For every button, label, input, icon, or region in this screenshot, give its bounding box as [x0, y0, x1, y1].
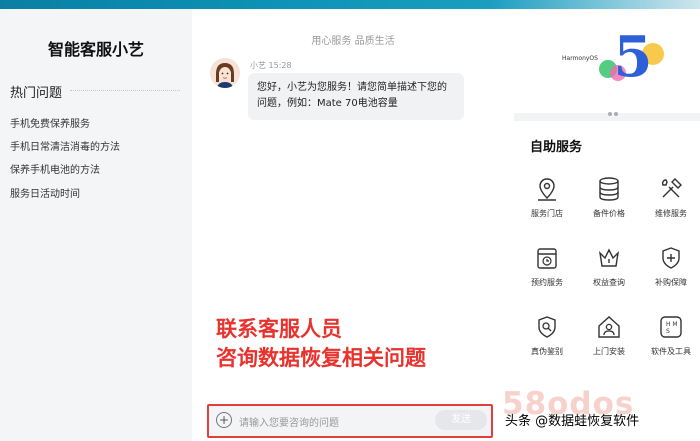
service-label: 维修服务 [655, 209, 687, 218]
tools-icon [658, 176, 684, 202]
hot-question-item[interactable]: 服务日活动时间 [10, 185, 80, 200]
service-parts-price-button[interactable]: 备件价格 [578, 176, 640, 219]
assistant-message-bubble: 您好，小艺为您服务！请您简单描述下您的问题，例如：Mate 70电池容量 [248, 73, 464, 120]
service-label: 补购保障 [655, 278, 687, 287]
service-label: 备件价格 [593, 209, 625, 218]
hms-icon: H MS [658, 314, 684, 340]
location-pin-icon [534, 176, 560, 202]
home-user-icon [596, 314, 622, 340]
chat-slogan: 用心服务 品质生活 [311, 36, 395, 47]
sender-name: 小艺 [250, 61, 266, 70]
right-panel: HarmonyOS 5 自助服务 服务门店 备件价格 维修服务 预约服务 权益查… [514, 9, 700, 441]
service-store-button[interactable]: 服务门店 [516, 176, 578, 219]
service-installation-button[interactable]: 上门安装 [578, 314, 640, 357]
annotation-overlay: 联系客服人员 咨询数据恢复相关问题 [216, 315, 426, 373]
annotation-line-1: 联系客服人员 [216, 317, 342, 341]
svg-text:S: S [666, 328, 670, 335]
harmonyos-label: HarmonyOS [562, 55, 598, 62]
chat-input-bar: + 请输入您要咨询的问题 发送 [207, 404, 493, 438]
database-icon [596, 176, 622, 202]
send-button[interactable]: 发送 [435, 410, 487, 430]
service-label: 预约服务 [531, 278, 563, 287]
service-label: 真伪鉴别 [531, 347, 563, 356]
hot-question-item[interactable]: 手机免费保养服务 [10, 115, 90, 130]
service-label: 权益查询 [593, 278, 625, 287]
self-service-title: 自助服务 [530, 140, 583, 155]
service-purchase-protection-button[interactable]: 补购保障 [640, 245, 700, 288]
service-repair-button[interactable]: 维修服务 [640, 176, 700, 219]
service-authenticity-button[interactable]: 真伪鉴别 [516, 314, 578, 357]
message-sender: 小艺 15:28 [250, 60, 292, 71]
chat-input[interactable]: 请输入您要咨询的问题 [239, 414, 339, 429]
hot-questions-heading: 热门问题 [10, 86, 63, 101]
version-number: 5 [613, 24, 653, 90]
window-top-bar [0, 0, 700, 9]
divider [70, 90, 180, 91]
service-software-tools-button[interactable]: H MS 软件及工具 [640, 314, 700, 357]
service-benefits-button[interactable]: 权益查询 [578, 245, 640, 288]
annotation-line-2: 咨询数据恢复相关问题 [216, 346, 426, 370]
svg-text:H M: H M [666, 321, 678, 328]
shield-search-icon [534, 314, 560, 340]
hot-question-item[interactable]: 手机日常清洁消毒的方法 [10, 138, 120, 153]
sidebar: 智能客服小艺 热门问题 手机免费保养服务 手机日常清洁消毒的方法 保养手机电池的… [0, 9, 192, 441]
service-label: 软件及工具 [651, 347, 691, 356]
service-label: 服务门店 [531, 209, 563, 218]
assistant-avatar [210, 58, 240, 88]
add-attachment-icon[interactable]: + [216, 412, 232, 428]
crown-icon [596, 245, 622, 271]
service-appointment-button[interactable]: 预约服务 [516, 245, 578, 288]
source-label: 头条 @数据蛙恢复软件 [505, 414, 640, 429]
service-label: 上门安装 [593, 347, 625, 356]
hot-question-item[interactable]: 保养手机电池的方法 [10, 161, 100, 176]
carousel-dots[interactable] [608, 101, 620, 120]
shield-plus-icon [658, 245, 684, 271]
promo-banner[interactable]: HarmonyOS 5 [514, 9, 700, 116]
message-time: 15:28 [268, 61, 292, 70]
chat-panel: 用心服务 品质生活 小艺 15:28 您好，小艺为您服务！请您简单描述下您的问题… [192, 9, 514, 441]
calendar-clock-icon [534, 245, 560, 271]
sidebar-title: 智能客服小艺 [47, 40, 144, 59]
